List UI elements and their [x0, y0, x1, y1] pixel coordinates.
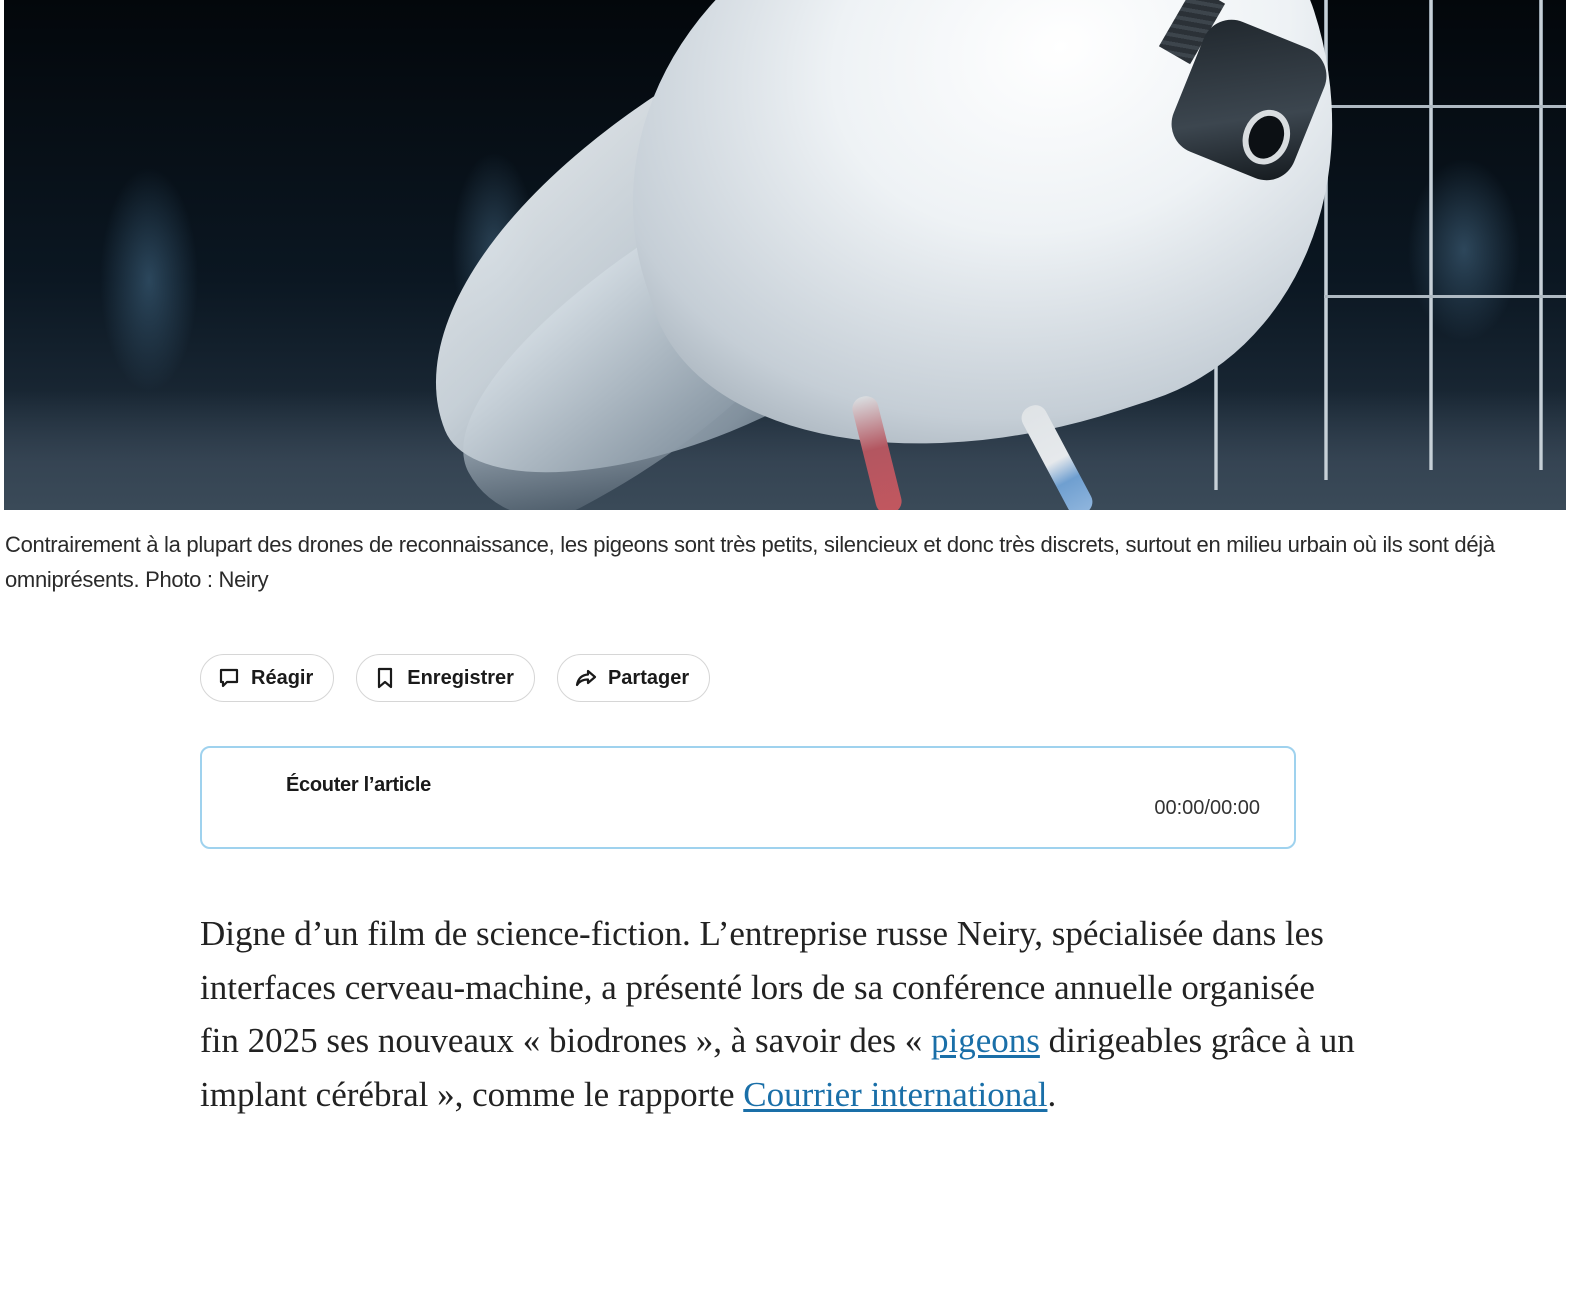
cage-crossbar [1324, 295, 1566, 298]
article-actions: Réagir Enregistrer Partager [200, 654, 711, 702]
article-paragraph: Digne d’un film de science-fiction. L’en… [200, 907, 1360, 1121]
audio-title: Écouter l’article [286, 774, 431, 796]
hero-photo [4, 0, 1566, 510]
react-label: Réagir [251, 666, 314, 689]
audio-player[interactable]: Écouter l’article 00:00/00:00 [200, 746, 1296, 849]
pigeons-link[interactable]: pigeons [931, 1021, 1040, 1060]
implant-lens [1234, 102, 1299, 172]
share-button[interactable]: Partager [556, 654, 711, 702]
audio-time: 00:00/00:00 [1154, 797, 1260, 819]
save-button[interactable]: Enregistrer [356, 654, 535, 702]
save-label: Enregistrer [407, 666, 514, 689]
share-label: Partager [607, 666, 690, 689]
cage-bar [1539, 0, 1543, 470]
photo-caption: Contrairement à la plupart des drones de… [5, 532, 1495, 592]
courrier-international-link[interactable]: Courrier international [743, 1075, 1047, 1114]
share-icon [574, 666, 598, 690]
bookmark-icon [373, 666, 397, 690]
article-text: . [1047, 1074, 1057, 1114]
cage-crossbar [1314, 105, 1566, 108]
react-button[interactable]: Réagir [200, 654, 335, 702]
cage-bar [1429, 0, 1433, 470]
comment-icon [217, 666, 241, 690]
